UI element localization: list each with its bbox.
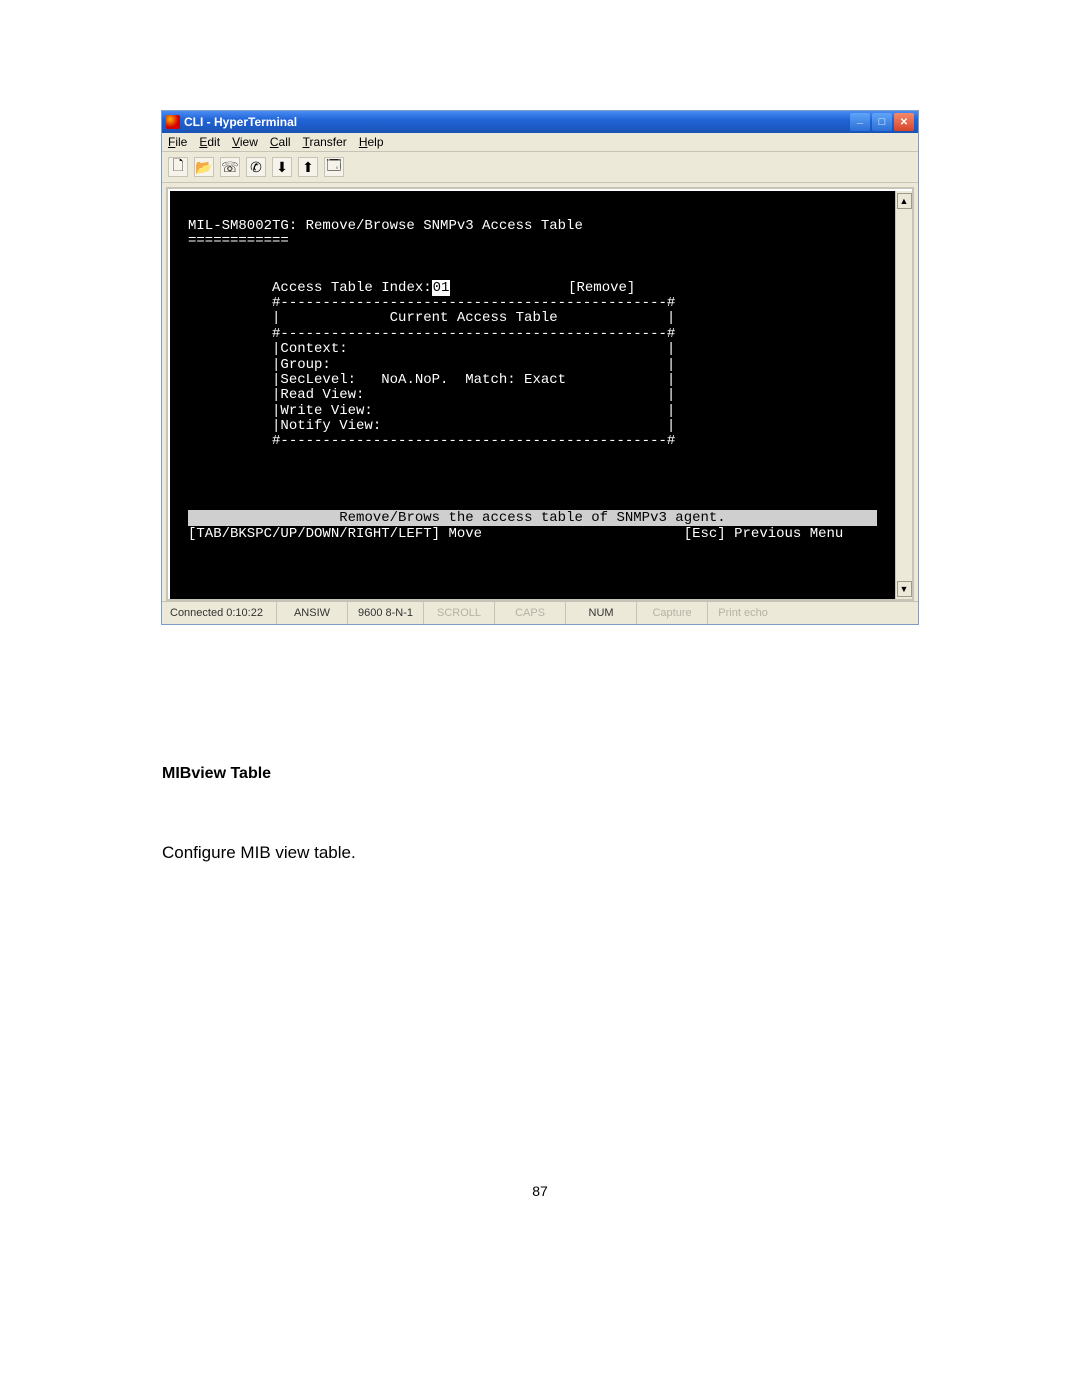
index-label: Access Table Index:	[272, 280, 432, 296]
menu-transfer[interactable]: Transfer	[303, 135, 347, 149]
open-icon[interactable]: 📂	[194, 157, 214, 177]
footer-nav: [TAB/BKSPC/UP/DOWN/RIGHT/LEFT] Move	[188, 526, 482, 542]
row-seclevel: |SecLevel: NoA.NoP. Match: Exact |	[272, 372, 675, 388]
properties-icon[interactable]: 🗔	[324, 157, 344, 177]
menu-edit[interactable]: Edit	[199, 135, 220, 149]
status-num: NUM	[565, 602, 636, 624]
hangup-icon[interactable]: ✆	[246, 157, 266, 177]
minimize-button[interactable]	[850, 113, 870, 131]
section-heading: MIBview Table	[162, 765, 918, 783]
row-group: |Group: |	[272, 357, 675, 373]
row-writeview: |Write View: |	[272, 403, 675, 419]
status-emulation: ANSIW	[276, 602, 347, 624]
menu-file[interactable]: File	[168, 135, 187, 149]
send-icon[interactable]: ⬇	[272, 157, 292, 177]
row-readview: |Read View: |	[272, 387, 675, 403]
status-capture: Capture	[636, 602, 707, 624]
statusbar: Connected 0:10:22 ANSIW 9600 8-N-1 SCROL…	[162, 601, 918, 624]
status-port: 9600 8-N-1	[347, 602, 423, 624]
status-scroll: SCROLL	[423, 602, 494, 624]
menubar: File Edit View Call Transfer Help	[162, 133, 918, 152]
terminal-header: MIL-SM8002TG: Remove/Browse SNMPv3 Acces…	[188, 218, 583, 234]
status-printecho: Print echo	[707, 602, 778, 624]
footer-esc: [Esc] Previous Menu	[684, 526, 844, 542]
app-icon	[166, 115, 180, 129]
window-buttons	[850, 113, 914, 131]
menu-help[interactable]: Help	[359, 135, 384, 149]
terminal-screen[interactable]: MIL-SM8002TG: Remove/Browse SNMPv3 Acces…	[170, 191, 910, 599]
maximize-button[interactable]	[872, 113, 892, 131]
page-number: 87	[162, 1183, 918, 1199]
terminal-container: MIL-SM8002TG: Remove/Browse SNMPv3 Acces…	[166, 187, 914, 601]
menu-view[interactable]: View	[232, 135, 258, 149]
status-message: Remove/Brows the access table of SNMPv3 …	[188, 510, 877, 526]
document-page: CLI - HyperTerminal File Edit View Call …	[0, 0, 1080, 1199]
new-icon[interactable]: 🗋	[168, 157, 188, 177]
table-border-top: #---------------------------------------…	[272, 295, 675, 311]
remove-action[interactable]: [Remove]	[568, 280, 635, 296]
row-notify: |Notify View: |	[272, 418, 675, 434]
hyperterminal-window: CLI - HyperTerminal File Edit View Call …	[161, 110, 919, 625]
titlebar: CLI - HyperTerminal	[162, 111, 918, 133]
window-title: CLI - HyperTerminal	[184, 115, 297, 129]
table-border-bot: #---------------------------------------…	[272, 433, 675, 449]
row-context: |Context: |	[272, 341, 675, 357]
close-button[interactable]	[894, 113, 914, 131]
phone-icon[interactable]: ☏	[220, 157, 240, 177]
receive-icon[interactable]: ⬆	[298, 157, 318, 177]
document-body: MIBview Table Configure MIB view table. …	[162, 765, 918, 1199]
table-border-mid: #---------------------------------------…	[272, 326, 675, 342]
menu-call[interactable]: Call	[270, 135, 291, 149]
status-connected: Connected 0:10:22	[162, 602, 276, 624]
section-paragraph: Configure MIB view table.	[162, 843, 918, 863]
scroll-down-icon[interactable]: ▼	[897, 581, 912, 597]
titlebar-left: CLI - HyperTerminal	[166, 115, 297, 129]
status-caps: CAPS	[494, 602, 565, 624]
vertical-scrollbar[interactable]: ▲ ▼	[895, 191, 912, 599]
scroll-up-icon[interactable]: ▲	[897, 193, 912, 209]
toolbar: 🗋 📂 ☏ ✆ ⬇ ⬆ 🗔	[162, 152, 918, 183]
index-value[interactable]: 01	[432, 280, 451, 296]
table-title: | Current Access Table |	[272, 310, 675, 326]
terminal-header-underline: ============	[188, 233, 289, 249]
